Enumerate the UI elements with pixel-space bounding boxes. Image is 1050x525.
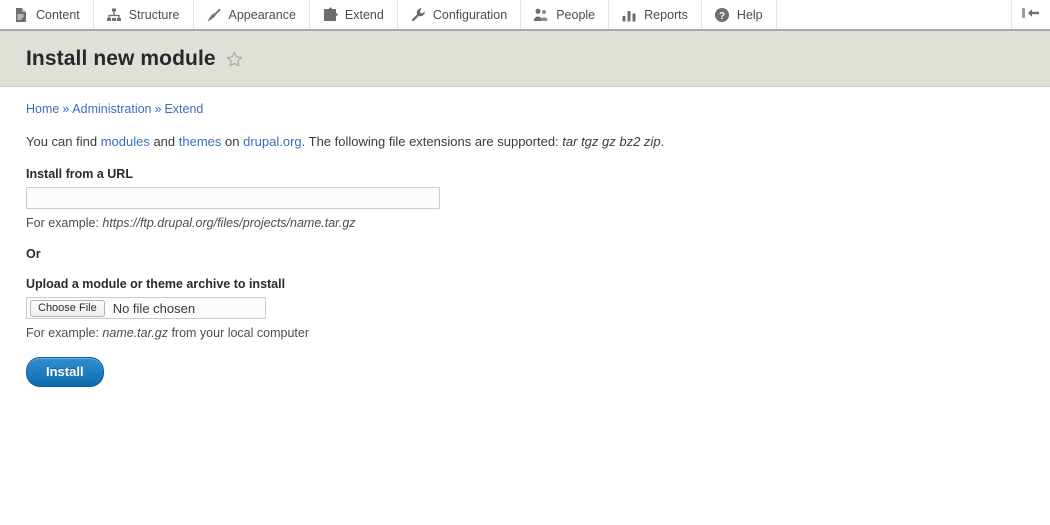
file-help-example: name.tar.gz — [102, 326, 168, 341]
url-help-example: https://ftp.drupal.org/files/projects/na… — [102, 216, 356, 231]
people-icon — [533, 7, 549, 23]
url-field-label: Install from a URL — [26, 167, 133, 182]
page-title-band: Install new module — [0, 31, 1050, 87]
breadcrumb-item-administration[interactable]: Administration — [72, 102, 151, 116]
file-name-text: No file chosen — [112, 300, 196, 316]
file-help-prefix: For example: — [26, 326, 103, 341]
intro-prefix: You can find — [26, 134, 101, 149]
toolbar-tab-reports[interactable]: Reports — [609, 0, 702, 29]
document-icon — [13, 7, 29, 23]
toolbar-tab-appearance[interactable]: Appearance — [193, 0, 310, 29]
modules-link[interactable]: modules — [101, 134, 150, 149]
question-mark-icon: ? — [714, 7, 730, 23]
toolbar-tab-help[interactable]: ? Help — [701, 0, 777, 29]
toolbar-tab-label: Extend — [344, 7, 384, 22]
breadcrumb: Home» Administration» Extend — [26, 102, 1024, 116]
page-title: Install new module — [26, 46, 216, 70]
themes-link[interactable]: themes — [179, 134, 222, 149]
toolbar-tab-label: People — [556, 7, 596, 22]
intro-mid-3: . The following file extensions are supp… — [301, 134, 563, 149]
toolbar-tab-people[interactable]: People — [521, 0, 610, 29]
breadcrumb-item-extend[interactable]: Extend — [164, 102, 203, 116]
puzzle-piece-icon — [322, 7, 338, 23]
supported-extensions: tar tgz gz bz2 zip — [562, 134, 661, 149]
toolbar-tab-extend[interactable]: Extend — [309, 0, 398, 29]
file-field-label: Upload a module or theme archive to inst… — [26, 277, 286, 292]
file-field-help: For example: name.tar.gz from your local… — [26, 326, 1024, 340]
url-help-prefix: For example: — [26, 216, 103, 231]
wrench-icon — [410, 7, 426, 23]
install-url-input[interactable] — [26, 187, 440, 210]
toolbar-tab-label: Appearance — [228, 7, 296, 22]
toolbar-tab-structure[interactable]: Structure — [93, 0, 194, 29]
intro-mid-2: on — [221, 134, 244, 149]
toolbar-tab-content[interactable]: Content — [0, 0, 94, 29]
file-upload-control[interactable]: Choose File No file chosen — [26, 297, 266, 320]
choose-file-button[interactable]: Choose File — [30, 299, 105, 317]
admin-toolbar: Content Structure Appearance Extend Conf… — [0, 0, 1050, 31]
toolbar-tab-label: Configuration — [432, 7, 508, 22]
toolbar-tab-label: Help — [736, 7, 763, 22]
main-content: Home» Administration» Extend You can find … — [0, 87, 1050, 388]
star-outline-icon[interactable] — [226, 51, 243, 68]
collapse-toolbar-button[interactable] — [1012, 0, 1050, 29]
bar-chart-icon — [621, 7, 637, 23]
intro-paragraph: You can find modules and themes on drupa… — [26, 133, 1024, 151]
svg-text:?: ? — [719, 11, 725, 22]
file-help-suffix: from your local computer — [167, 326, 309, 341]
url-field-help: For example: https://ftp.drupal.org/file… — [26, 216, 1024, 230]
sitemap-icon — [106, 7, 122, 23]
breadcrumb-separator: » — [62, 102, 70, 116]
install-button[interactable]: Install — [26, 357, 104, 388]
or-separator: Or — [26, 247, 41, 262]
drupal-org-link[interactable]: drupal.org — [243, 134, 302, 149]
toolbar-tab-label: Structure — [128, 7, 180, 22]
intro-suffix: . — [660, 134, 665, 149]
breadcrumb-separator: » — [154, 102, 162, 116]
toolbar-tab-label: Reports — [644, 7, 688, 22]
collapse-toolbar-icon — [1020, 5, 1042, 24]
toolbar-tab-configuration[interactable]: Configuration — [397, 0, 522, 29]
intro-mid-1: and — [149, 134, 179, 149]
paintbrush-icon — [206, 7, 222, 23]
breadcrumb-item-home[interactable]: Home — [26, 102, 59, 116]
toolbar-tab-label: Content — [36, 7, 80, 22]
toolbar-spacer — [776, 0, 1012, 29]
